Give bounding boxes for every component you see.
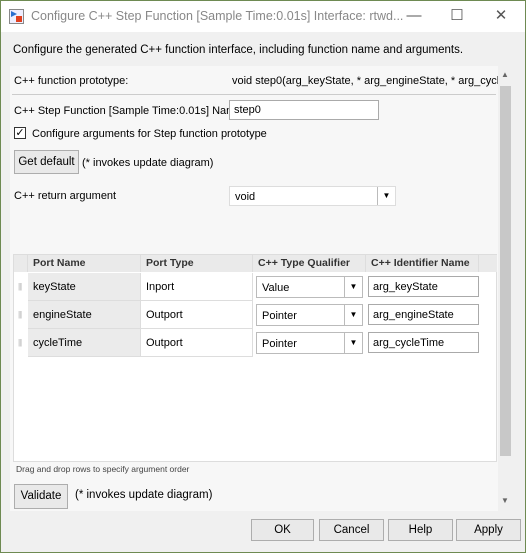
close-button[interactable]: ✕ (486, 5, 516, 27)
get-default-button[interactable]: Get default (14, 150, 79, 174)
type-qualifier-value: Value (262, 282, 290, 294)
header-identifier-name: C++ Identifier Name (366, 255, 479, 272)
scroll-up-icon[interactable]: ▲ (501, 70, 509, 79)
return-argument-value: void (235, 191, 256, 203)
header-type-qualifier: C++ Type Qualifier (253, 255, 366, 272)
port-name-cell: cycleTime (28, 329, 141, 357)
function-name-input[interactable]: step0 (229, 100, 379, 120)
identifier-name-input[interactable]: arg_cycleTime (368, 332, 479, 353)
header-spacer (479, 255, 497, 272)
prototype-label: C++ function prototype: (14, 75, 129, 87)
port-type-cell: Outport (141, 301, 253, 329)
simulink-app-icon (9, 9, 24, 24)
function-name-label: C++ Step Function [Sample Time:0.01s] Na… (14, 105, 245, 117)
type-qualifier-select[interactable]: Pointer ▼ (256, 332, 363, 354)
maximize-button[interactable]: ☐ (442, 5, 472, 27)
type-qualifier-value: Pointer (262, 310, 297, 322)
port-type-cell: Outport (141, 329, 253, 357)
chevron-down-icon[interactable]: ▼ (344, 277, 362, 297)
minimize-button[interactable]: — (399, 5, 429, 27)
settings-panel: C++ function prototype: void step0(arg_k… (10, 66, 513, 511)
panel-scrollbar[interactable]: ▲ ▼ (498, 66, 513, 511)
configure-args-checkbox[interactable]: ✓ (14, 127, 26, 139)
scroll-down-icon[interactable]: ▼ (501, 496, 509, 505)
cancel-button[interactable]: Cancel (319, 519, 384, 541)
get-default-note: (* invokes update diagram) (82, 157, 214, 169)
port-type-cell: Inport (141, 273, 253, 301)
divider (12, 94, 496, 95)
chevron-down-icon[interactable]: ▼ (344, 333, 362, 353)
header-port-type: Port Type (141, 255, 253, 272)
chevron-down-icon[interactable]: ▼ (377, 187, 395, 205)
drag-handle-icon[interactable]: ||| (18, 338, 26, 347)
ok-button[interactable]: OK (251, 519, 314, 541)
window-title: Configure C++ Step Function [Sample Time… (31, 9, 404, 23)
chevron-down-icon[interactable]: ▼ (344, 305, 362, 325)
validate-note: (* invokes update diagram) (75, 489, 213, 501)
help-button[interactable]: Help (388, 519, 453, 541)
type-qualifier-select[interactable]: Value ▼ (256, 276, 363, 298)
configure-args-label: Configure arguments for Step function pr… (32, 128, 267, 140)
port-name-cell: keyState (28, 273, 141, 301)
prototype-value: void step0(arg_keyState, * arg_engineSta… (232, 75, 498, 87)
port-name-cell: engineState (28, 301, 141, 329)
drag-hint: Drag and drop rows to specify argument o… (16, 464, 190, 474)
header-spacer (14, 255, 28, 272)
header-port-name: Port Name (28, 255, 141, 272)
dialog-window: Configure C++ Step Function [Sample Time… (0, 0, 526, 553)
scrollbar-thumb[interactable] (500, 86, 511, 456)
validate-button[interactable]: Validate (14, 484, 68, 509)
apply-button[interactable]: Apply (456, 519, 521, 541)
identifier-name-input[interactable]: arg_keyState (368, 276, 479, 297)
return-argument-label: C++ return argument (14, 190, 117, 202)
arguments-table: Port Name Port Type C++ Type Qualifier C… (13, 254, 497, 462)
identifier-name-input[interactable]: arg_engineState (368, 304, 479, 325)
drag-handle-icon[interactable]: ||| (18, 310, 26, 319)
return-argument-select[interactable]: void ▼ (229, 186, 396, 206)
title-bar: Configure C++ Step Function [Sample Time… (1, 1, 525, 32)
type-qualifier-select[interactable]: Pointer ▼ (256, 304, 363, 326)
type-qualifier-value: Pointer (262, 338, 297, 350)
description-text: Configure the generated C++ function int… (13, 44, 464, 56)
drag-handle-icon[interactable]: ||| (18, 282, 26, 291)
